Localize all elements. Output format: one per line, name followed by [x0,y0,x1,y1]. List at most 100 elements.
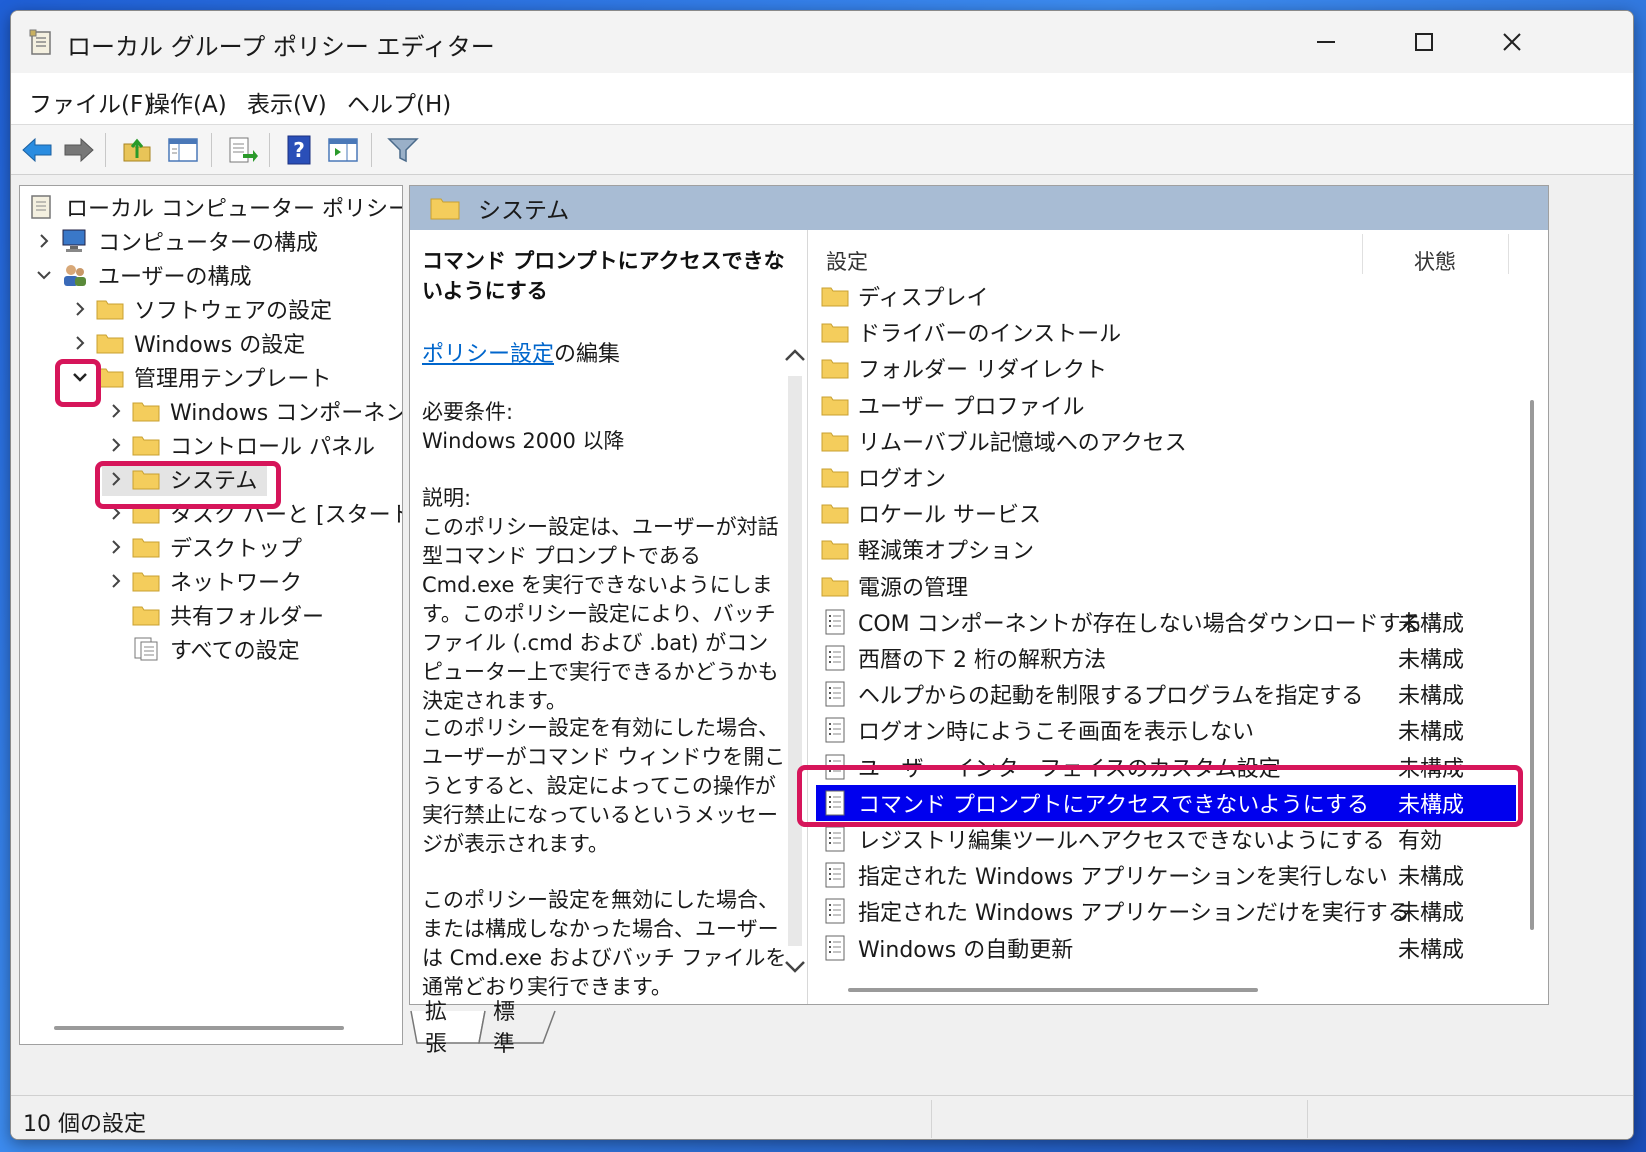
list-item-setting[interactable]: 西暦の下 2 桁の解釈方法 未構成 [816,640,1516,676]
chevron-up-icon [785,349,805,361]
tree-label: Windows の設定 [134,333,306,358]
tree-item-control-panel[interactable]: コントロール パネル [102,428,375,462]
back-button[interactable] [19,133,55,167]
description-scrollbar[interactable] [782,286,808,973]
setting-name: 電源の管理 [858,575,969,601]
list-header: 設定 状態 [810,230,1510,278]
setting-name: 軽減策オプション [858,539,1035,565]
tree-item-shared-folders[interactable]: 共有フォルダー [102,598,324,632]
close-icon [1503,33,1521,51]
export-list-button[interactable] [225,133,261,167]
chevron-down-icon[interactable] [30,269,58,281]
chevron-right-icon[interactable] [66,301,94,317]
list-item-folder[interactable]: ロケール サービス [816,495,1516,531]
folder-icon [820,318,850,346]
tree-item-windows-components[interactable]: Windows コンポーネント [102,394,402,428]
folder-icon [430,198,460,220]
tree-label: ネットワーク [170,571,303,596]
list-item-setting[interactable]: COM コンポーネントが存在しない場合ダウンロードする 未構成 [816,604,1516,640]
policy-setting-icon [820,897,850,925]
policy-setting-link[interactable]: ポリシー設定 [422,342,554,367]
column-divider[interactable] [1508,234,1509,274]
tab-standard[interactable]: 標準 [493,1000,515,1057]
chevron-right-icon[interactable] [102,573,130,589]
description-paragraph-3: このポリシー設定を無効にした場合、または構成しなかった場合、ユーザーは Cmd.… [422,888,787,999]
maximize-button[interactable] [1379,11,1469,73]
status-divider [1307,1100,1308,1138]
scroll-up-button[interactable] [782,342,808,368]
tree-item-root[interactable]: ローカル コンピューター ポリシー [26,190,402,224]
up-button[interactable] [119,133,155,167]
forward-button[interactable] [61,133,97,167]
list-item-setting[interactable]: ヘルプからの起動を制限するプログラムを指定する 未構成 [816,676,1516,712]
list-item-folder[interactable]: リムーバブル記憶域へのアクセス [816,423,1516,459]
list-item-folder[interactable]: ログオン [816,459,1516,495]
list-vertical-scrollbar[interactable] [1530,400,1534,930]
tree-horizontal-scrollbar[interactable] [54,1026,344,1030]
folder-icon [820,427,850,455]
list-item-folder[interactable]: ユーザー プロファイル [816,387,1516,423]
policy-icon [26,193,58,221]
setting-name: ヘルプからの起動を制限するプログラムを指定する [858,684,1364,710]
chevron-right-icon[interactable] [66,335,94,351]
close-button[interactable] [1467,11,1557,73]
chevron-right-icon[interactable] [30,233,58,249]
list-horizontal-scrollbar[interactable] [848,988,1258,992]
tree-item-network[interactable]: ネットワーク [102,564,302,598]
column-header-setting[interactable]: 設定 [826,246,868,276]
help-button[interactable]: ? [281,133,317,167]
toolbar-separator [371,133,372,167]
tree-item-desktop[interactable]: デスクトップ [102,530,302,564]
description-paragraph-2: このポリシー設定を有効にした場合、ユーザーがコマンド ウィンドウを開こうとすると… [422,716,786,856]
list-item-setting[interactable]: 指定された Windows アプリケーションを実行しない 未構成 [816,857,1516,893]
policy-setting-icon [820,716,850,744]
highlight-box-chevron [55,359,101,407]
tree-item-user-config[interactable]: ユーザーの構成 [30,258,252,292]
tree-item-admin-templates[interactable]: 管理用テンプレート [66,360,331,394]
setting-name: 西暦の下 2 桁の解釈方法 [858,648,1106,673]
show-action-pane-button[interactable] [325,133,361,167]
computer-icon [58,227,90,255]
setting-name: ディスプレイ [858,286,989,311]
folder-icon [820,354,850,382]
menu-view[interactable]: 表示(V) [247,85,327,119]
up-folder-icon [123,138,151,162]
filter-button[interactable] [385,133,421,167]
chevron-right-icon[interactable] [102,539,130,555]
setting-name: リムーバブル記憶域へのアクセス [858,430,1187,456]
setting-name: ユーザー プロファイル [858,394,1085,420]
list-item-folder[interactable]: ドライバーのインストール [816,314,1516,350]
chevron-right-icon[interactable] [102,403,130,419]
tree-label: コンピューターの構成 [98,231,319,256]
menu-help[interactable]: ヘルプ(H) [347,85,451,119]
list-item-folder[interactable]: フォルダー リダイレクト [816,350,1516,386]
list-item-setting[interactable]: Windows の自動更新 未構成 [816,930,1516,966]
list-item-folder[interactable]: 電源の管理 [816,568,1516,604]
policy-setting-icon [820,934,850,962]
minimize-button[interactable] [1281,11,1371,73]
show-hide-tree-button[interactable] [165,133,201,167]
chevron-down-icon [785,961,805,973]
column-divider[interactable] [1362,234,1363,274]
toolbar-separator [211,133,212,167]
tree-item-computer-config[interactable]: コンピューターの構成 [30,224,318,258]
tree-item-software-settings[interactable]: ソフトウェアの設定 [66,292,332,326]
tree-item-all-settings[interactable]: すべての設定 [102,632,300,666]
list-item-setting[interactable]: ログオン時にようこそ画面を表示しない 未構成 [816,712,1516,748]
list-item-setting[interactable]: 指定された Windows アプリケーションだけを実行する 未構成 [816,893,1516,929]
tab-extended[interactable]: 拡張 [425,1000,447,1057]
scroll-down-button[interactable] [782,954,808,980]
back-arrow-icon [22,137,52,163]
menu-file[interactable]: ファイル(F) [29,85,152,119]
setting-name: ログオン時にようこそ画面を表示しない [858,720,1255,746]
list-item-folder[interactable]: 軽減策オプション [816,531,1516,567]
tree-label: すべての設定 [170,639,300,664]
scroll-track[interactable] [788,376,802,946]
minimize-icon [1317,41,1335,43]
menu-action[interactable]: 操作(A) [147,85,227,119]
list-item-folder[interactable]: ディスプレイ [816,278,1516,314]
chevron-right-icon[interactable] [102,437,130,453]
tree-item-windows-settings[interactable]: Windows の設定 [66,326,305,360]
column-header-state[interactable]: 状態 [1414,246,1456,276]
show-hide-tree-icon [168,138,198,162]
